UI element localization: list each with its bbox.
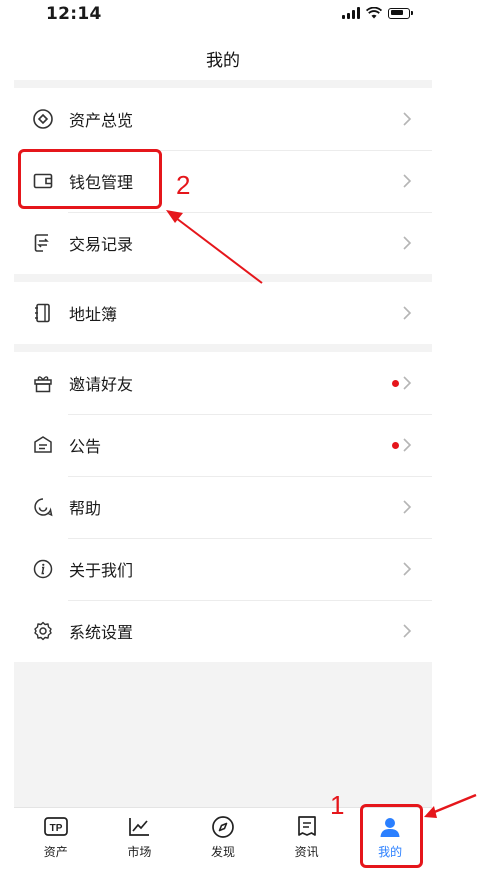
menu-item-label: 关于我们: [69, 561, 134, 580]
menu-group-address: 地址簿: [14, 282, 432, 344]
menu-item-label: 资产总览: [69, 111, 134, 130]
announcement-icon: [34, 436, 52, 453]
address-book-icon: [35, 303, 50, 323]
chevron-right-icon: [403, 624, 412, 638]
menu-item-label: 地址簿: [69, 305, 118, 324]
menu-item-label: 系统设置: [69, 623, 134, 642]
status-bar: 12:14: [0, 0, 432, 28]
tab-discover[interactable]: 发现: [181, 808, 265, 864]
wifi-icon: [366, 7, 382, 19]
signal-icon: [342, 7, 360, 19]
info-icon: [33, 559, 53, 579]
chevron-right-icon: [403, 562, 412, 576]
chevron-right-icon: [403, 500, 412, 514]
tab-label: 资产: [43, 845, 68, 859]
menu-item-invite-friends[interactable]: 邀请好友: [14, 352, 432, 414]
menu-item-label: 公告: [69, 437, 102, 456]
tab-market[interactable]: 市场: [98, 808, 182, 864]
help-icon: [34, 498, 53, 517]
menu-item-label: 帮助: [69, 499, 102, 518]
menu-item-address-book[interactable]: 地址簿: [14, 282, 432, 344]
chevron-right-icon: [403, 376, 412, 390]
tab-label: 市场: [127, 845, 152, 859]
tab-label: 资讯: [294, 845, 319, 859]
annotation-number-2: 2: [176, 170, 191, 200]
menu-item-system-settings[interactable]: 系统设置: [14, 600, 432, 662]
menu-item-about-us[interactable]: 关于我们: [14, 538, 432, 600]
tab-label: 发现: [210, 845, 235, 859]
market-chart-icon: [129, 818, 150, 836]
menu-item-transaction-record[interactable]: 交易记录: [14, 212, 432, 274]
notification-badge: [392, 380, 399, 387]
page-title: 我的: [206, 51, 240, 71]
tab-assets[interactable]: TP 资产: [14, 808, 98, 864]
annotation-box-tab-me: [360, 804, 423, 868]
chevron-right-icon: [403, 174, 412, 188]
settings-icon: [34, 621, 52, 641]
menu-item-announcement[interactable]: 公告: [14, 414, 432, 476]
status-time: 12:14: [46, 4, 102, 24]
annotation-box-wallet-management: [18, 149, 162, 209]
chevron-right-icon: [403, 438, 412, 452]
news-icon: [297, 816, 316, 836]
menu-item-help[interactable]: 帮助: [14, 476, 432, 538]
menu-group-general: 邀请好友 公告 帮助 关于我们 系统设置: [14, 352, 432, 662]
svg-text:TP: TP: [49, 823, 62, 834]
tp-wallet-icon: TP: [43, 817, 68, 836]
status-icons: [342, 7, 413, 19]
transaction-record-icon: [34, 234, 49, 252]
asset-overview-icon: [33, 109, 53, 129]
menu-item-label: 交易记录: [69, 235, 134, 254]
chevron-right-icon: [403, 236, 412, 250]
gift-icon: [34, 376, 52, 393]
chevron-right-icon: [403, 112, 412, 126]
menu-item-asset-overview[interactable]: 资产总览: [14, 88, 432, 150]
compass-icon: [212, 816, 234, 838]
menu-item-label: 邀请好友: [69, 375, 134, 394]
annotation-number-1: 1: [330, 790, 345, 820]
chevron-right-icon: [403, 306, 412, 320]
notification-badge: [392, 442, 399, 449]
battery-icon: [388, 7, 413, 19]
